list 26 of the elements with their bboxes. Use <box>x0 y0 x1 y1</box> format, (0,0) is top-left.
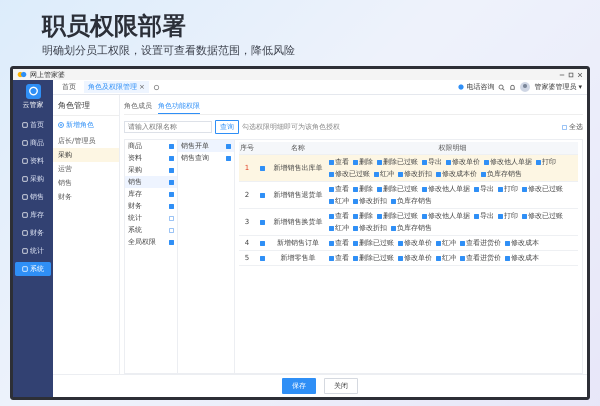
headline: 职员权限部署 <box>42 12 187 40</box>
cloud-logo-icon <box>17 71 27 78</box>
panel-title: 角色管理 <box>53 98 119 116</box>
search-icon[interactable] <box>498 84 506 90</box>
subheadline: 明确划分员工权限，设置可查看数据范围，降低风险 <box>42 44 296 58</box>
row-checkbox[interactable] <box>260 240 264 246</box>
row-checkbox[interactable] <box>260 220 264 224</box>
row-checkbox[interactable] <box>260 192 264 198</box>
close-icon[interactable] <box>577 72 583 78</box>
module-icon <box>22 158 28 164</box>
row-checkbox[interactable] <box>260 256 264 260</box>
plus-icon <box>58 122 64 128</box>
module-icon <box>22 140 28 146</box>
avatar-icon <box>520 82 530 92</box>
module-icon <box>22 194 28 200</box>
module-icon <box>22 266 28 272</box>
cloud-logo-icon <box>26 84 40 99</box>
module-icon <box>22 212 28 218</box>
bell-icon[interactable] <box>509 84 516 90</box>
module-icon <box>22 230 28 236</box>
maximize-icon[interactable] <box>568 72 574 78</box>
row-checkbox[interactable] <box>260 166 264 170</box>
module-icon <box>22 176 28 182</box>
module-icon <box>22 122 28 128</box>
minimize-icon[interactable] <box>559 72 565 78</box>
module-icon <box>22 248 28 254</box>
